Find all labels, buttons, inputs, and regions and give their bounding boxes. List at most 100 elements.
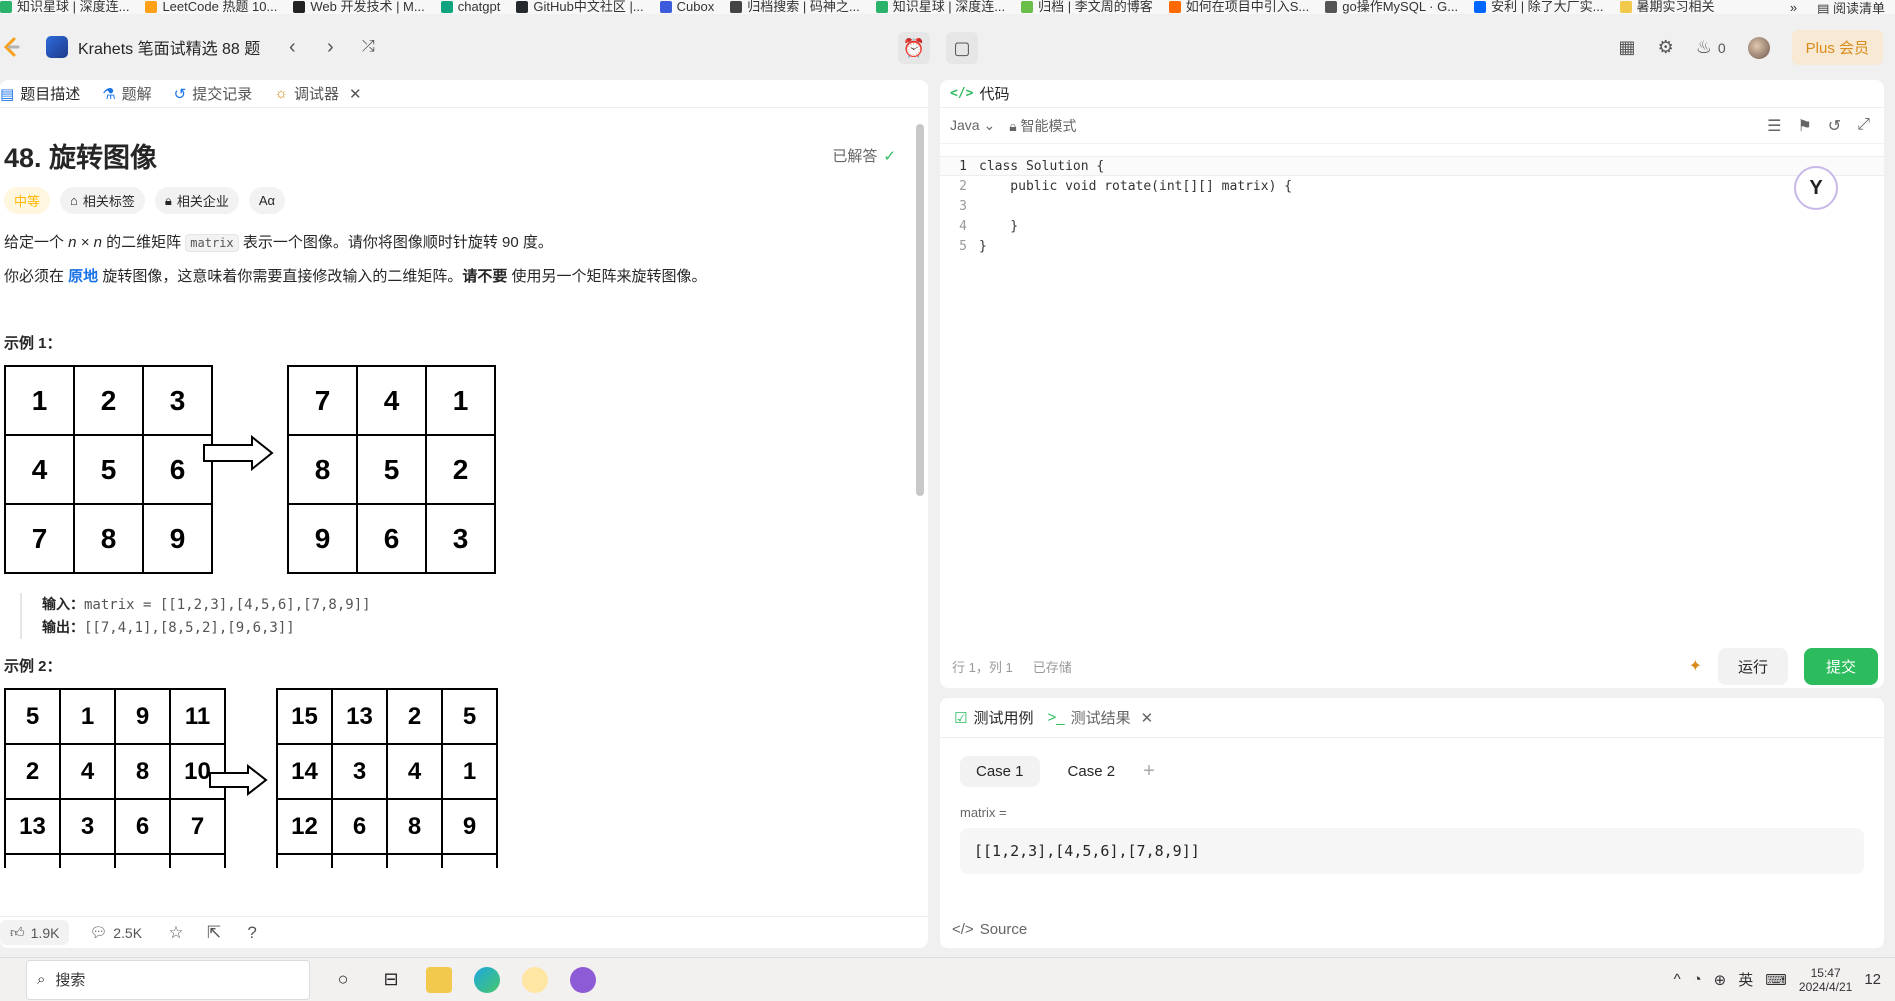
bookmark-favicon-icon xyxy=(0,1,12,13)
testcase-input[interactable]: [[1,2,3],[4,5,6],[7,8,9]] xyxy=(960,828,1864,874)
bookmark-icon[interactable]: ⚑ xyxy=(1797,116,1811,136)
matrix-cell: 10 xyxy=(386,853,443,868)
code-line[interactable]: 5} xyxy=(940,236,1884,256)
taskbar-search[interactable]: ⌕ 搜索 xyxy=(26,959,310,1000)
language-icon[interactable]: ⊕ xyxy=(1714,971,1727,989)
wifi-icon[interactable]: ◔ xyxy=(1693,971,1702,988)
matrix-cell: 12 xyxy=(114,853,171,868)
case-2-tab[interactable]: Case 2 xyxy=(1052,756,1132,787)
comments-button[interactable]: 💬︎ 2.5K xyxy=(79,920,152,945)
bug-icon: ☼ xyxy=(274,85,289,102)
bookmark-item[interactable]: 知识星球 | 深度连... xyxy=(875,0,1005,13)
matrix-cell: 5 xyxy=(73,434,144,505)
problem-title: 48. 旋转图像 xyxy=(4,143,158,173)
plus-member-button[interactable]: Plus 会员 xyxy=(1791,30,1883,65)
case-1-tab[interactable]: Case 1 xyxy=(960,756,1040,787)
bookmark-item[interactable]: 归档 | 李文周的博客 xyxy=(1021,0,1153,13)
bookmark-item[interactable]: 归档搜索 | 码神之... xyxy=(730,0,860,13)
widgets-icon[interactable]: ⊟ xyxy=(378,967,404,993)
bookmark-item[interactable]: 暑期实习相关 xyxy=(1619,0,1715,13)
reading-list[interactable]: ▤ 阅读清单 xyxy=(1817,0,1885,15)
task-view-icon[interactable]: ○ xyxy=(330,967,356,993)
translate-chip[interactable]: Aα xyxy=(248,187,286,214)
file-explorer-icon[interactable] xyxy=(426,966,452,993)
line-number: 3 xyxy=(959,198,967,214)
random-problem-icon[interactable]: ⤮ xyxy=(354,33,382,61)
fullscreen-icon[interactable]: ⤢ xyxy=(1857,116,1870,136)
code-editor[interactable]: 1 class Solution {2 public void rotate(in… xyxy=(940,156,1884,556)
code-line[interactable]: 1 class Solution { xyxy=(940,156,1884,176)
problem-content: 48. 旋转图像 已解答 ✓ 中等 ⌂ 相关标签 🔒︎ 相关企业 Aα 给定一个 n … xyxy=(0,108,916,916)
help-icon[interactable]: ? xyxy=(238,923,266,943)
comment-icon: 💬︎ xyxy=(89,924,108,940)
matrix-cell: 3 xyxy=(331,743,388,800)
settings-gear-icon[interactable]: ⚙ xyxy=(1658,37,1674,58)
bookmark-item[interactable]: 安利 | 除了大厂实... xyxy=(1474,0,1604,13)
debug-icon[interactable]: ✦ xyxy=(1689,656,1702,676)
bookmark-item[interactable]: GitHub中文社区 |... xyxy=(516,0,644,13)
tab-submissions[interactable]: ↺ 提交记录 xyxy=(174,83,253,104)
inplace-link[interactable]: 原地 xyxy=(68,268,98,285)
bookmark-item[interactable]: chatgpt xyxy=(440,0,500,13)
keyboard-icon[interactable]: ⌨ xyxy=(1765,971,1787,989)
ime-indicator[interactable]: 英 xyxy=(1738,969,1753,990)
thumbs-up-icon: 👍︎ xyxy=(10,924,25,940)
matrix-cell: 2 xyxy=(425,434,496,505)
tab-debugger[interactable]: ☼ 调试器 ✕ xyxy=(274,83,361,104)
related-tags-chip[interactable]: ⌂ 相关标签 xyxy=(60,187,145,214)
bookmark-favicon-icon xyxy=(730,1,743,13)
tab-testcases[interactable]: ☑ 测试用例 xyxy=(954,707,1033,728)
code-line[interactable]: 2 public void rotate(int[][] matrix) { xyxy=(940,176,1884,196)
prev-problem-icon[interactable]: ‹ xyxy=(278,33,306,61)
notification-count[interactable]: 12 xyxy=(1864,971,1881,988)
clock[interactable]: 15:47 2024/4/21 xyxy=(1799,966,1852,994)
leetcode-logo[interactable] xyxy=(0,36,22,58)
streak-fire-icon[interactable]: ♨ 0 xyxy=(1696,37,1726,58)
source-link[interactable]: </> Source xyxy=(952,921,1027,938)
star-icon[interactable]: ☆ xyxy=(162,923,190,943)
bookmark-item[interactable]: Web 开发技术 | M... xyxy=(293,0,425,13)
matrix-cell: 16 xyxy=(169,853,226,868)
tray-chevron-icon[interactable]: ^ xyxy=(1674,971,1681,988)
more-bookmarks-icon[interactable]: » xyxy=(1790,0,1797,14)
reset-icon[interactable]: ↺ xyxy=(1828,116,1841,136)
format-icon[interactable]: ☰ xyxy=(1767,116,1781,136)
next-problem-icon[interactable]: › xyxy=(316,33,344,61)
bookmark-item[interactable]: LeetCode 热题 10... xyxy=(145,0,277,13)
run-button[interactable]: 运行 xyxy=(1717,647,1788,685)
language-select[interactable]: Java ⌄ xyxy=(950,117,995,134)
bookmark-item[interactable]: 知识星球 | 深度连... xyxy=(0,0,129,13)
add-case-icon[interactable]: + xyxy=(1143,760,1155,783)
bookmark-item[interactable]: 如何在项目中引入S... xyxy=(1168,0,1309,13)
close-tab-icon[interactable]: ✕ xyxy=(1141,709,1154,727)
code-line[interactable]: 4 } xyxy=(940,216,1884,236)
checkbox-icon: ☑ xyxy=(954,709,968,727)
app-icon[interactable] xyxy=(522,966,548,993)
tab-test-results[interactable]: >_ 测试结果 ✕ xyxy=(1047,707,1153,728)
scrollbar[interactable] xyxy=(914,116,926,900)
tab-description[interactable]: ▤ 题目描述 xyxy=(0,83,80,104)
companies-chip[interactable]: 🔒︎ 相关企业 xyxy=(154,187,239,214)
ai-assistant-icon[interactable]: Y xyxy=(1794,166,1838,210)
bookmark-item[interactable]: Cubox xyxy=(659,0,714,13)
app-purple-icon[interactable] xyxy=(570,966,596,993)
matrix-cell: 15 xyxy=(4,853,61,868)
code-line[interactable]: 3 xyxy=(940,196,1884,216)
difficulty-badge[interactable]: 中等 xyxy=(4,187,51,214)
tab-solutions[interactable]: ⚗ 题解 xyxy=(102,83,151,104)
share-icon[interactable]: ⇱ xyxy=(200,923,228,943)
close-tab-icon[interactable]: ✕ xyxy=(349,85,362,103)
smart-mode-toggle[interactable]: 🔒︎ 智能模式 xyxy=(1009,116,1076,136)
problem-list-link[interactable]: Krahets 笔面试精选 88 题 xyxy=(46,35,260,59)
matrix-cell: 7 xyxy=(169,798,226,855)
edge-browser-icon[interactable] xyxy=(474,966,500,993)
timer-icon[interactable]: ⏰ xyxy=(898,32,930,64)
scrollbar-thumb[interactable] xyxy=(916,124,924,496)
submit-button[interactable]: 提交 xyxy=(1803,647,1878,685)
layout-icon[interactable]: ▦ xyxy=(1619,37,1636,58)
avatar[interactable] xyxy=(1747,36,1770,59)
note-icon[interactable]: ▢ xyxy=(946,32,978,64)
bookmark-item[interactable]: go操作MySQL · G... xyxy=(1325,0,1458,13)
like-button[interactable]: 👍︎ 1.9K xyxy=(0,920,70,945)
matrix-cell: 8 xyxy=(386,798,443,855)
